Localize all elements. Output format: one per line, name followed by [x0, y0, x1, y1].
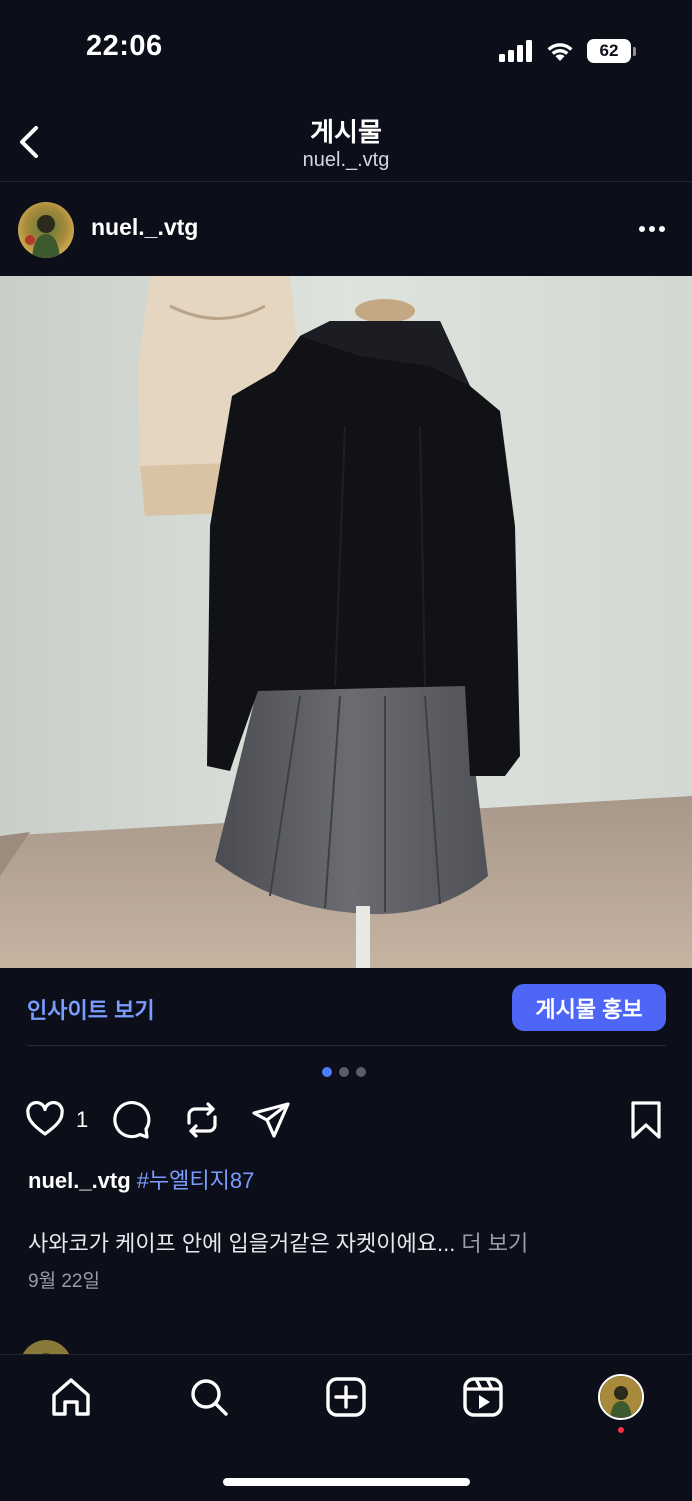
carousel-dot	[356, 1067, 366, 1077]
create-icon[interactable]	[324, 1375, 368, 1419]
bookmark-icon[interactable]	[625, 1099, 667, 1141]
heart-icon[interactable]	[24, 1099, 66, 1141]
caption-username[interactable]: nuel._.vtg	[28, 1168, 131, 1193]
search-icon[interactable]	[187, 1375, 231, 1419]
carousel-indicator	[322, 1067, 366, 1077]
home-icon[interactable]	[49, 1375, 93, 1419]
battery-nub	[633, 46, 636, 56]
view-insights-link[interactable]: 인사이트 보기	[27, 993, 155, 1025]
battery-level: 62	[587, 39, 631, 63]
share-icon[interactable]	[250, 1099, 292, 1141]
profile-avatar[interactable]	[598, 1374, 644, 1420]
wifi-icon	[547, 43, 573, 61]
post-image[interactable]	[0, 276, 692, 968]
avatar[interactable]	[18, 202, 74, 258]
caption-text: 사와코가 케이프 안에 입을거같은 자켓이에요...	[28, 1231, 456, 1256]
more-link[interactable]: 더 보기	[461, 1231, 528, 1256]
home-indicator	[223, 1478, 470, 1486]
divider	[27, 1045, 666, 1046]
status-icons: 62	[499, 36, 636, 66]
status-time: 22:06	[86, 30, 163, 62]
caption-text-row: 사와코가 케이프 안에 입을거같은 자켓이에요... 더 보기	[28, 1226, 528, 1258]
battery-indicator: 62	[587, 39, 636, 63]
reels-icon[interactable]	[461, 1375, 505, 1419]
post-username[interactable]: nuel._.vtg	[91, 214, 198, 241]
repost-icon[interactable]	[181, 1099, 223, 1141]
more-icon[interactable]	[638, 222, 666, 236]
hashtag-link[interactable]: #누엘티지87	[137, 1168, 255, 1193]
post-date: 9월 22일	[28, 1271, 100, 1292]
caption: nuel._.vtg #누엘티지87	[28, 1163, 254, 1195]
page-subtitle: nuel._.vtg	[302, 149, 390, 171]
carousel-dot	[339, 1067, 349, 1077]
signal-icon	[499, 40, 532, 62]
comment-icon[interactable]	[110, 1099, 152, 1141]
carousel-dot	[322, 1067, 332, 1077]
like-count[interactable]: 1	[76, 1107, 88, 1133]
header-divider	[0, 181, 692, 182]
notification-dot	[618, 1427, 624, 1433]
page-title: 게시물	[310, 117, 382, 147]
promote-post-button[interactable]: 게시물 홍보	[512, 984, 666, 1031]
